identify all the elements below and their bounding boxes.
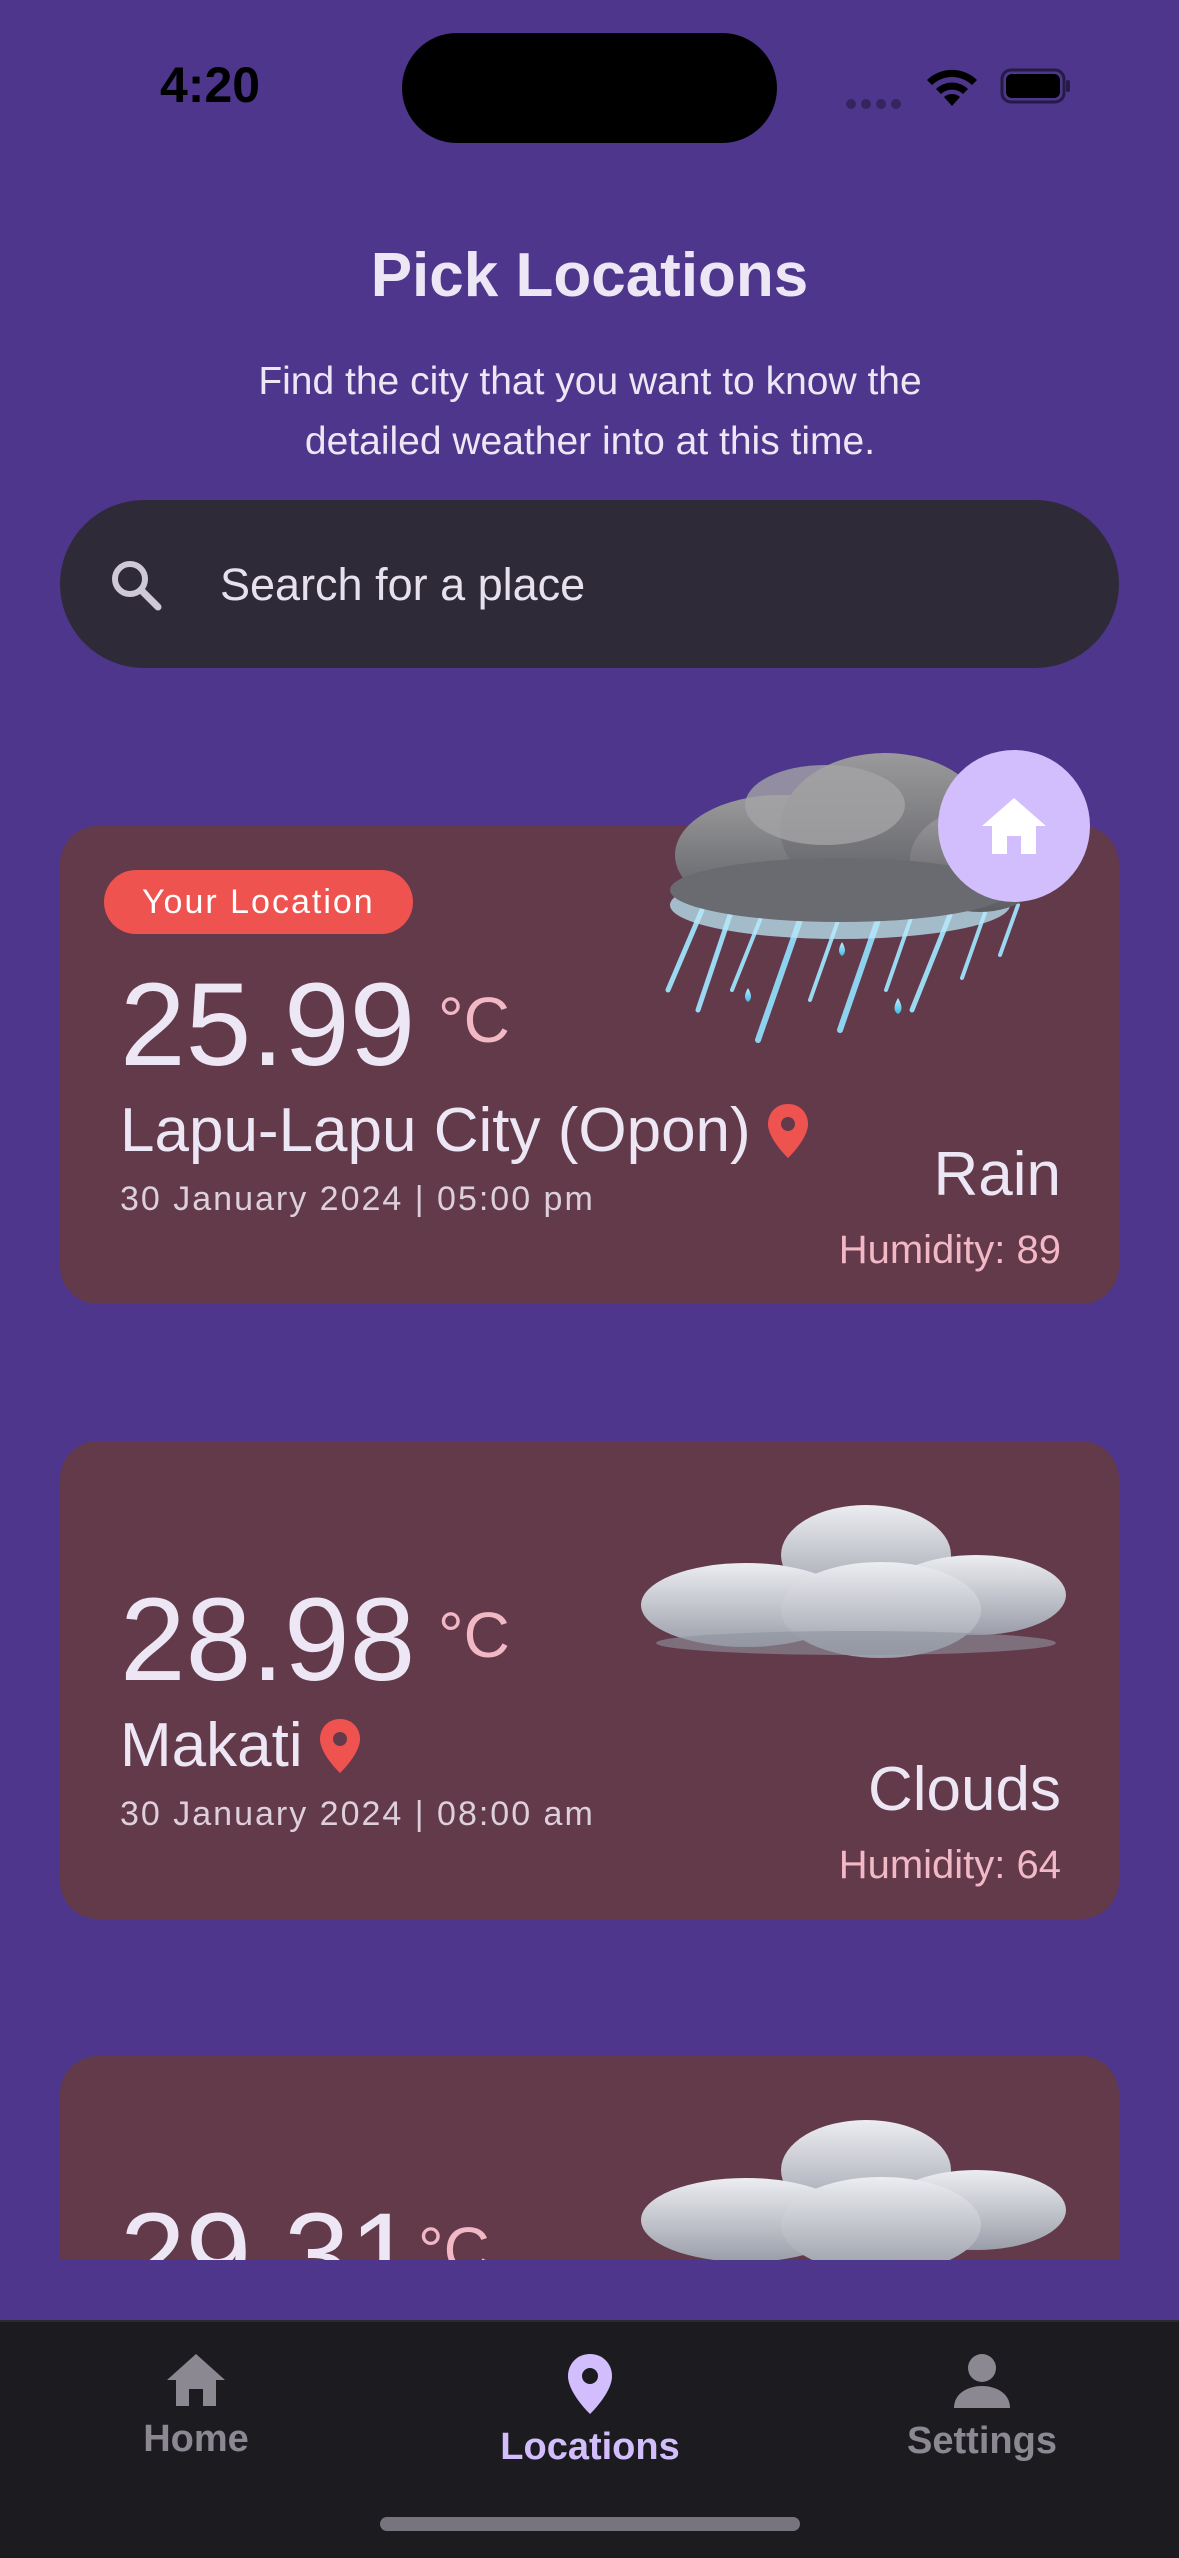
person-icon	[954, 2354, 1010, 2408]
humidity: Humidity: 89	[838, 1228, 1061, 1272]
temperature-unit: °C	[438, 984, 510, 1056]
nav-label-home: Home	[143, 2418, 249, 2460]
nav-label-settings: Settings	[907, 2420, 1057, 2462]
temperature: 25.99	[120, 959, 416, 1091]
city-name: Lapu-Lapu City (Opon)	[120, 1096, 751, 1165]
page-title: Pick Locations	[370, 241, 809, 310]
weather-condition: Rain	[933, 1140, 1061, 1209]
nav-item-settings[interactable]: Settings	[832, 2352, 1132, 2463]
dynamic-island	[402, 33, 777, 143]
home-icon	[982, 798, 1046, 854]
status-bar: 4:20	[0, 0, 1179, 150]
search-icon	[112, 561, 162, 611]
clouds-icon	[641, 2120, 1066, 2260]
status-time: 4:20	[160, 57, 261, 113]
temperature: 29.31	[120, 2189, 416, 2260]
city-name: Makati	[120, 1711, 303, 1780]
location-pin-icon	[767, 1104, 808, 1158]
humidity: Humidity: 64	[838, 1843, 1061, 1887]
set-home-button[interactable]	[938, 750, 1090, 902]
home-indicator[interactable]	[380, 2517, 800, 2531]
cellular-signal-icon	[846, 96, 906, 109]
nav-item-home[interactable]: Home	[46, 2352, 346, 2461]
city-row: Makati	[120, 1715, 363, 1777]
nav-label-locations: Locations	[500, 2426, 680, 2468]
battery-icon	[1000, 68, 1070, 104]
date-time: 30 January 2024 | 08:00 am	[120, 1795, 595, 1833]
temperature-unit: °C	[438, 1599, 510, 1671]
nav-item-locations[interactable]: Locations	[440, 2352, 740, 2469]
wifi-icon	[927, 69, 977, 106]
locations-list[interactable]: Your Location 25.99 °C Lapu-Lapu City (O…	[0, 680, 1179, 2260]
search-input[interactable]	[218, 548, 1072, 622]
city-row: Lapu-Lapu City (Opon)	[120, 1100, 811, 1162]
weather-condition: Clouds	[868, 1755, 1061, 1824]
temperature-unit: °C	[418, 2214, 490, 2260]
page-subtitle: Find the city that you want to know the …	[258, 360, 922, 463]
location-pin-icon	[319, 1719, 360, 1773]
date-time: 30 January 2024 | 05:00 pm	[120, 1180, 595, 1218]
location-pin-icon	[568, 2354, 612, 2414]
home-icon	[167, 2354, 225, 2406]
your-location-badge: Your Location	[104, 870, 413, 934]
temperature: 28.98	[120, 1574, 416, 1706]
clouds-icon	[641, 1505, 1066, 1658]
